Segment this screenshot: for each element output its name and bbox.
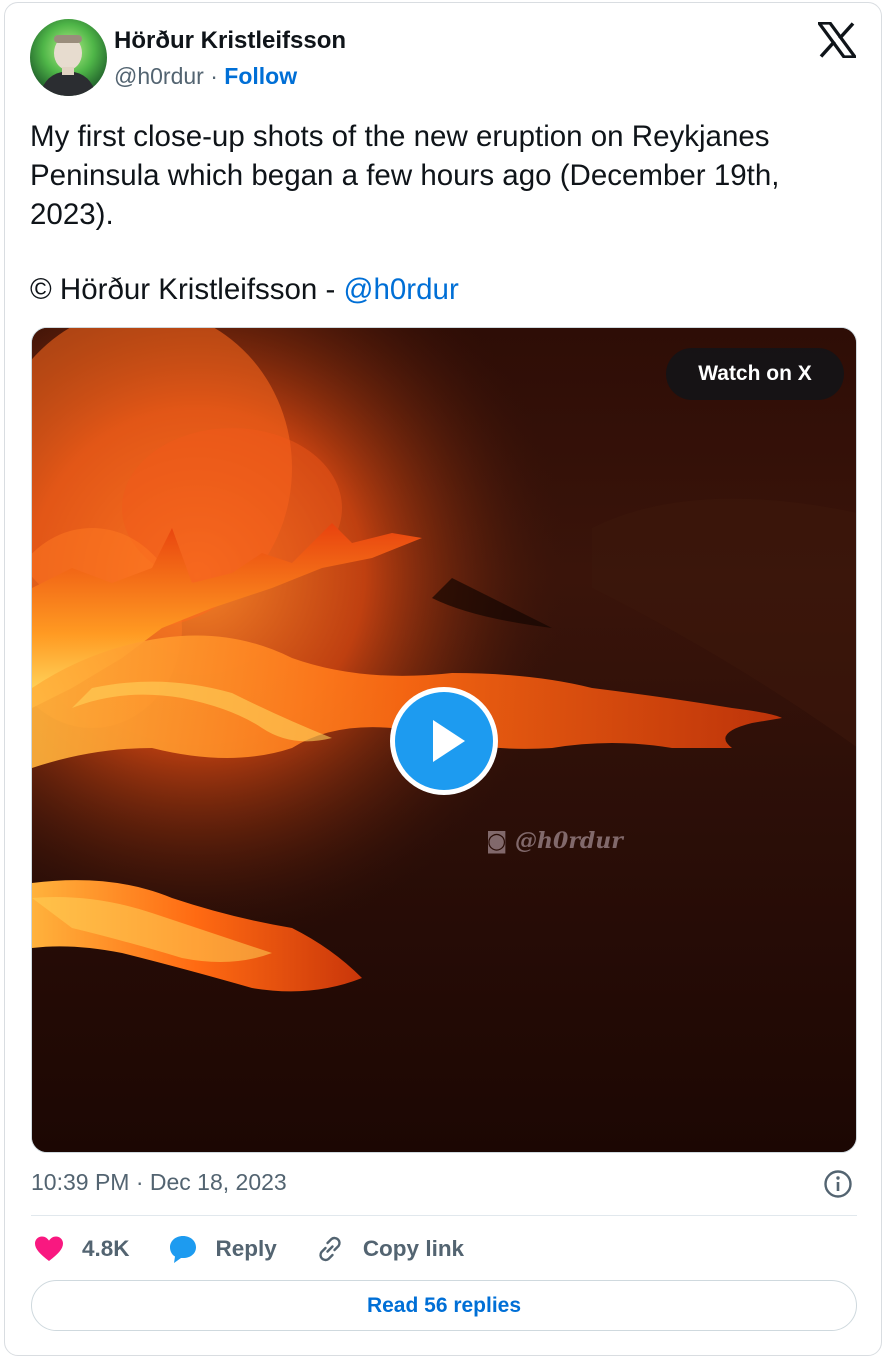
- read-replies-button[interactable]: Read 56 replies: [31, 1280, 857, 1331]
- tweet-credit: © Hörður Kristleifsson - @h0rdur: [30, 270, 850, 309]
- author-name[interactable]: Hörður Kristleifsson: [114, 27, 346, 55]
- video-watermark: ◙ @h0rdur: [486, 828, 623, 854]
- credit-mention[interactable]: @h0rdur: [344, 273, 459, 306]
- play-icon: [433, 720, 465, 762]
- link-icon: [319, 1236, 341, 1262]
- speech-bubble-icon: [169, 1236, 196, 1263]
- like-button[interactable]: 4.8K: [34, 1235, 130, 1263]
- heart-icon: [35, 1236, 63, 1261]
- profile-photo: [30, 19, 107, 96]
- copy-link-button[interactable]: Copy link: [315, 1234, 464, 1264]
- play-button-circle: [395, 692, 493, 790]
- separator-dot: ·: [210, 63, 218, 89]
- credit-text: © Hörður Kristleifsson -: [30, 273, 344, 306]
- instagram-icon: ◙: [486, 828, 516, 854]
- action-bar: 4.8K Reply Copy link: [34, 1232, 502, 1266]
- handle-row: @h0rdur · Follow: [114, 63, 297, 90]
- avatar[interactable]: [30, 19, 107, 96]
- tweet-timestamp[interactable]: 10:39 PM · Dec 18, 2023: [31, 1169, 287, 1196]
- tweet-body: My first close-up shots of the new erupt…: [30, 120, 780, 231]
- video-player[interactable]: Watch on X ◙ @h0rdur: [31, 327, 857, 1153]
- reply-button[interactable]: Reply: [168, 1234, 277, 1264]
- info-icon[interactable]: [823, 1169, 853, 1199]
- reply-label: Reply: [215, 1236, 277, 1261]
- author-handle[interactable]: @h0rdur: [114, 63, 204, 89]
- follow-button[interactable]: Follow: [224, 63, 297, 89]
- x-logo-icon[interactable]: [818, 22, 856, 58]
- play-button[interactable]: [390, 687, 498, 795]
- watch-on-x-button[interactable]: Watch on X: [666, 348, 844, 400]
- divider: [31, 1215, 857, 1216]
- like-count: 4.8K: [82, 1236, 130, 1261]
- copy-link-label: Copy link: [362, 1236, 465, 1261]
- tweet-text: My first close-up shots of the new erupt…: [30, 117, 850, 309]
- watermark-text: @h0rdur: [515, 828, 623, 854]
